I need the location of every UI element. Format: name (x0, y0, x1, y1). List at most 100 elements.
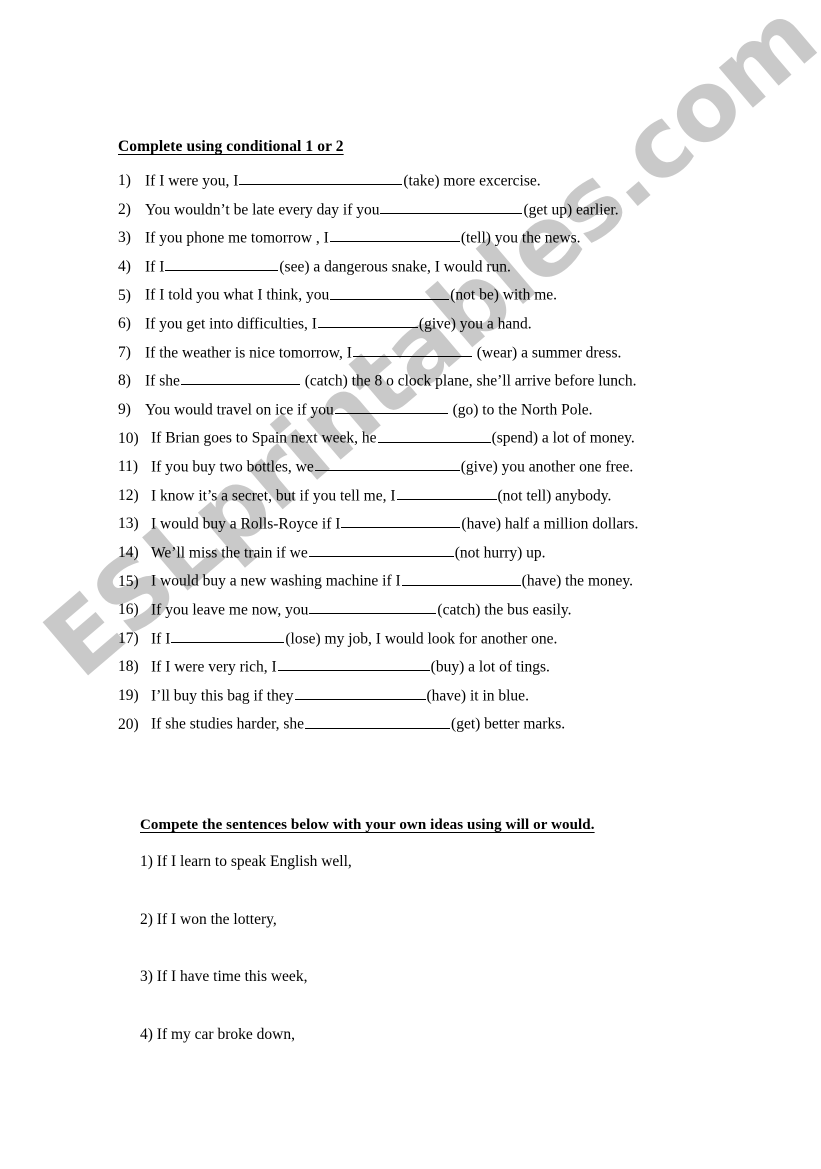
section-1-question-list: 1) If I were you, I (take) more excercise.… (118, 170, 758, 742)
question-body: If you leave me now, you (catch) the bus … (151, 599, 572, 619)
answer-blank[interactable] (380, 199, 523, 214)
question-text-after-blank: (have) half a million dollars. (461, 515, 639, 533)
question-row: 12) I know it’s a secret, but if you tell… (118, 485, 758, 514)
question-row: 9) You would travel on ice if you (go) to… (118, 399, 758, 428)
answer-blank[interactable] (180, 370, 300, 386)
answer-blank[interactable] (317, 313, 418, 329)
question-row: 3) If you phone me tomorrow , I (tell) you… (118, 227, 758, 256)
question-text-before-blank: We’ll miss the train if we (151, 543, 308, 561)
question-number: 12) (118, 486, 139, 504)
question-number: 8) (118, 372, 131, 390)
question-text-after-blank: (have) the money. (521, 572, 633, 590)
question-number: 6) (118, 315, 131, 333)
section-2-question-list: 1) If I learn to speak English well, 2) I… (140, 853, 700, 1083)
question-text-before-blank: I would buy a new washing machine if I (151, 572, 401, 590)
question-body: If you get into difficulties, I (give) yo… (145, 313, 532, 333)
answer-blank[interactable] (171, 628, 285, 643)
question-text-after-blank: (get up) earlier. (523, 200, 619, 218)
open-question-row[interactable]: 4) If my car broke down, (140, 1026, 700, 1084)
question-body: If she studies harder, she (get) better m… (151, 713, 565, 733)
question-number: 10) (118, 429, 139, 447)
open-question-number: 3) (140, 968, 153, 985)
answer-blank[interactable] (377, 427, 491, 443)
answer-blank[interactable] (305, 713, 451, 729)
question-row: 8) If she (catch) the 8 o clock plane, sh… (118, 370, 758, 399)
question-row: 6) If you get into difficulties, I (give) … (118, 313, 758, 342)
question-text-before-blank: You wouldn’t be late every day if you (145, 200, 380, 218)
question-number: 18) (118, 658, 139, 676)
question-row: 15) I would buy a new washing machine if … (118, 570, 758, 599)
answer-blank[interactable] (396, 485, 497, 500)
answer-blank[interactable] (330, 284, 450, 300)
question-row: 11) If you buy two bottles, we (give) you … (118, 456, 758, 485)
question-text-after-blank: (give) you another one free. (460, 458, 634, 476)
question-row: 10) If Brian goes to Spain next week, he (… (118, 427, 758, 456)
question-body: I would buy a new washing machine if I (h… (151, 570, 633, 590)
question-text-after-blank: (catch) the 8 o clock plane, she’ll arri… (300, 372, 637, 390)
question-number: 7) (118, 343, 131, 361)
question-text-after-blank: (not hurry) up. (454, 543, 546, 561)
question-text-after-blank: (not be) with me. (450, 286, 558, 304)
question-text-after-blank: (give) you a hand. (418, 315, 532, 333)
question-text-before-blank: If you leave me now, you (151, 601, 309, 619)
answer-blank[interactable] (341, 513, 461, 529)
question-number: 5) (118, 286, 131, 304)
question-row: 5) If I told you what I think, you (not be… (118, 284, 758, 313)
question-text-before-blank: If you get into difficulties, I (145, 315, 317, 333)
question-text-before-blank: If you buy two bottles, we (151, 458, 314, 476)
answer-blank[interactable] (239, 170, 403, 186)
question-text-after-blank: (take) more excercise. (403, 172, 541, 190)
question-row: 13) I would buy a Rolls-Royce if I (have) … (118, 513, 758, 542)
answer-blank[interactable] (165, 256, 279, 272)
question-text-after-blank: (go) to the North Pole. (448, 401, 593, 418)
answer-blank[interactable] (294, 685, 426, 700)
question-text-before-blank: If you phone me tomorrow , I (145, 229, 329, 247)
question-body: If I were very rich, I (buy) a lot of tin… (151, 656, 550, 676)
question-text-before-blank: If I were you, I (145, 172, 239, 190)
question-row: 7) If the weather is nice tomorrow, I (we… (118, 342, 758, 371)
question-number: 2) (118, 200, 131, 218)
answer-blank[interactable] (401, 570, 521, 586)
question-number: 14) (118, 543, 139, 561)
question-row: 2) You wouldn’t be late every day if you (… (118, 199, 758, 228)
question-body: I know it’s a secret, but if you tell me… (151, 485, 611, 505)
answer-blank[interactable] (352, 342, 472, 357)
answer-blank[interactable] (309, 599, 437, 615)
question-row: 20) If she studies harder, she (get) bette… (118, 713, 758, 742)
open-question-text: If I have time this week, (152, 968, 308, 985)
question-text-before-blank: If I (145, 258, 165, 276)
question-row: 4) If I (see) a dangerous snake, I would r… (118, 256, 758, 285)
question-number: 9) (118, 401, 131, 418)
question-text-after-blank: (spend) a lot of money. (491, 429, 635, 447)
question-body: We’ll miss the train if we (not hurry) up… (151, 542, 546, 562)
open-question-row[interactable]: 3) If I have time this week, (140, 968, 700, 1026)
question-text-after-blank: (not tell) anybody. (497, 486, 612, 504)
question-number: 16) (118, 601, 139, 619)
question-text-before-blank: You would travel on ice if you (145, 401, 334, 418)
question-text-before-blank: I know it’s a secret, but if you tell me… (151, 486, 396, 504)
question-text-after-blank: (tell) you the news. (460, 229, 581, 247)
answer-blank[interactable] (314, 456, 460, 472)
section-1-heading: Complete using conditional 1 or 2 (118, 138, 344, 155)
question-body: I’ll buy this bag if they (have) it in bl… (151, 685, 529, 705)
question-body: If you phone me tomorrow , I (tell) you t… (145, 227, 580, 247)
question-row: 16) If you leave me now, you (catch) the b… (118, 599, 758, 628)
question-body: You wouldn’t be late every day if you (ge… (145, 199, 619, 219)
question-row: 14) We’ll miss the train if we (not hurry)… (118, 542, 758, 571)
answer-blank[interactable] (329, 227, 460, 243)
answer-blank[interactable] (277, 656, 430, 672)
answer-blank[interactable] (308, 542, 454, 557)
open-question-number: 2) (140, 910, 153, 928)
question-number: 19) (118, 686, 139, 704)
open-question-row[interactable]: 2) If I won the lottery, (140, 911, 700, 969)
question-text-before-blank: If I were very rich, I (151, 658, 277, 676)
open-question-row[interactable]: 1) If I learn to speak English well, (140, 853, 700, 911)
question-number: 4) (118, 258, 131, 276)
question-text-after-blank: (get) better marks. (451, 715, 566, 733)
open-question-text: If my car broke down, (152, 1025, 295, 1043)
question-body: If she (catch) the 8 o clock plane, she’… (145, 370, 637, 390)
question-text-after-blank: (wear) a summer dress. (472, 343, 622, 361)
answer-blank[interactable] (334, 399, 448, 414)
question-number: 17) (118, 629, 139, 647)
question-text-after-blank: (buy) a lot of tings. (430, 658, 550, 676)
